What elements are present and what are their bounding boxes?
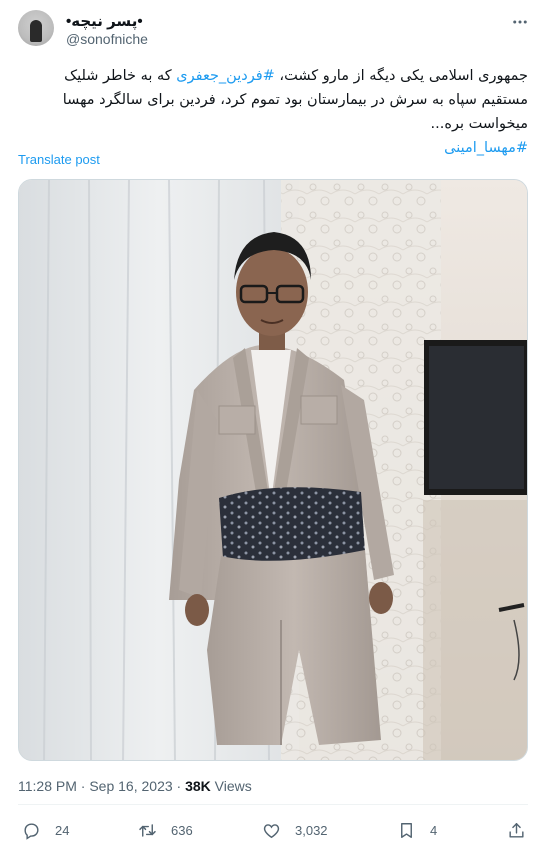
bookmark-button[interactable]: 4 (397, 818, 437, 842)
hashtag-link[interactable]: #مهسا_امینی (444, 140, 528, 156)
reply-icon (24, 822, 39, 840)
views-label: Views (214, 778, 252, 794)
like-icon (263, 823, 280, 838)
bookmark-icon (401, 822, 412, 838)
bookmark-count: 4 (430, 822, 438, 838)
post-meta: 11:28 PM · Sep 16, 2023 · 38K Views (18, 778, 252, 794)
post-text: جمهوری اسلامی یکی دیگه از مارو کشت، #فرد… (18, 64, 528, 160)
author-handle[interactable]: @sonofniche (66, 31, 148, 47)
repost-button[interactable]: 636 (138, 818, 193, 842)
post-time[interactable]: 11:28 PM (18, 778, 77, 794)
avatar[interactable] (18, 10, 54, 46)
share-icon (509, 822, 524, 838)
reply-button[interactable]: 24 (22, 818, 69, 842)
more-icon (513, 20, 527, 24)
more-button[interactable] (510, 12, 530, 32)
views-count: 38K (185, 778, 211, 794)
tweet: •پسر نیچه• @sonofniche جمهوری اسلامی یکی… (0, 0, 548, 850)
like-count: 3,032 (295, 822, 328, 838)
share-button[interactable] (507, 818, 526, 842)
post-date[interactable]: Sep 16, 2023 (89, 778, 172, 794)
post-text-part1: جمهوری اسلامی یکی دیگه از مارو کشت، (274, 68, 528, 84)
divider (18, 804, 528, 805)
repost-count: 636 (171, 822, 193, 838)
like-button[interactable]: 3,032 (262, 818, 328, 842)
reply-count: 24 (55, 822, 70, 838)
hashtag-link[interactable]: #فردین_جعفری (176, 68, 275, 84)
action-bar: 24 636 3,032 4 (22, 818, 528, 842)
tweet-header: •پسر نیچه• @sonofniche (18, 10, 530, 50)
meta-separator: · (80, 778, 86, 794)
retweet-icon (139, 823, 156, 837)
translate-post-link[interactable]: Translate post (18, 152, 100, 167)
meta-separator: · (176, 778, 182, 794)
post-image[interactable] (18, 179, 528, 761)
author-name[interactable]: •پسر نیچه• (66, 12, 143, 30)
